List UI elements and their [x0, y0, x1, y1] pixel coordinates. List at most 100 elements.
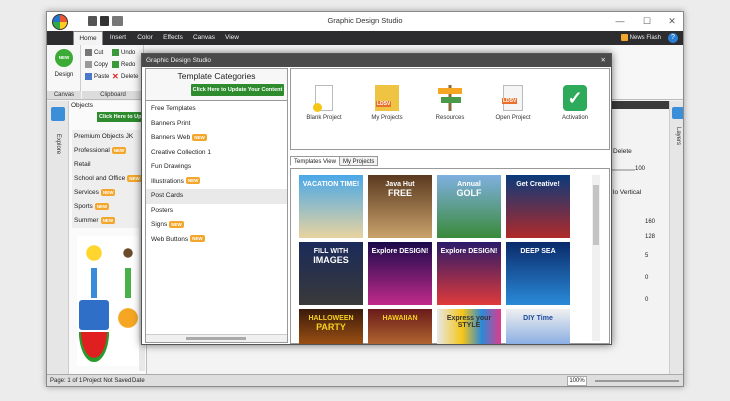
object-category-item[interactable]: Services NEW [72, 186, 146, 200]
template-category-item[interactable]: Fun Drawings [146, 160, 287, 175]
height-value[interactable]: 128 [645, 234, 655, 240]
template-category-item[interactable]: Signs NEW [146, 218, 287, 233]
paste-button[interactable]: Paste [85, 73, 109, 80]
cut-button[interactable]: Cut [85, 49, 103, 56]
tab-canvas[interactable]: Canvas [190, 31, 218, 45]
blank-project-button[interactable]: Blank Project [294, 75, 354, 121]
tab-my-projects[interactable]: My Projects [339, 156, 379, 166]
template-category-item[interactable]: Web Buttons NEW [146, 233, 287, 248]
sign-arrow-bottom [441, 97, 461, 103]
watermelon-icon[interactable] [79, 332, 109, 362]
delete-button[interactable]: ✕ Delete [112, 72, 138, 81]
clipart-grid [77, 236, 145, 366]
sign-arrow-top [438, 88, 462, 94]
template-thumbnail[interactable]: Express your STYLE [437, 309, 501, 344]
my-projects-button[interactable]: LDSV My Projects [357, 75, 417, 121]
undo-icon [112, 49, 119, 56]
template-category-item[interactable]: Banners Print [146, 117, 287, 132]
object-category-item[interactable]: Premium Objects JK [72, 130, 146, 144]
update-content-button[interactable]: Click Here to Update Your Content [191, 84, 284, 96]
object-category-item[interactable]: Professional NEW [72, 144, 146, 158]
size-value[interactable]: 5 [645, 253, 648, 259]
template-subtitle: FREE [387, 188, 412, 198]
tab-view[interactable]: View [221, 31, 243, 45]
template-category-item[interactable]: Post Cards [146, 189, 287, 204]
template-category-item[interactable]: Posters [146, 204, 287, 219]
template-category-item[interactable]: Creative Collection 1 [146, 146, 287, 161]
angle-value[interactable]: 0 [645, 275, 648, 281]
close-button[interactable]: ✕ [665, 15, 679, 27]
layers-side-tab[interactable]: Layers [675, 119, 681, 153]
template-category-item[interactable]: Banners Web NEW [146, 131, 287, 146]
template-categories-header: Template Categories Click Here to Update… [146, 69, 287, 101]
copy-label: Copy [94, 62, 109, 69]
open-project-button[interactable]: LDSV Open Project [483, 75, 543, 121]
object-category-item[interactable]: Retail [72, 158, 146, 172]
help-icon[interactable]: ? [668, 33, 678, 43]
template-thumbnail[interactable]: Explore DESIGN! [437, 242, 501, 305]
new-badge: NEW [100, 216, 116, 224]
tab-insert[interactable]: Insert [105, 31, 131, 45]
template-thumbnail[interactable]: Annual GOLF [437, 175, 501, 238]
news-flash-label: News Flash [629, 35, 662, 41]
template-thumbnail[interactable]: DEEP SEA [506, 242, 570, 305]
template-categories-panel: Template Categories Click Here to Update… [145, 68, 288, 343]
copy-button[interactable]: Copy [85, 61, 108, 68]
skew-value[interactable]: 0 [645, 297, 648, 303]
template-thumbnail[interactable]: Java Hut FREE [368, 175, 432, 238]
template-thumbnail[interactable]: Explore DESIGN! [368, 242, 432, 305]
template-thumbnail[interactable]: Get Creative! [506, 175, 570, 238]
activation-button[interactable]: ✓ Activation [545, 75, 605, 121]
flip-vertical-label[interactable]: lo Vertical [613, 189, 641, 196]
resources-button[interactable]: Resources [420, 75, 480, 121]
template-thumbnail[interactable]: FILL WITH IMAGES [299, 242, 363, 305]
delete-property-label[interactable]: Delete [613, 148, 632, 155]
object-category-label: Professional [74, 147, 110, 154]
objects-title: Objects [71, 102, 94, 109]
design-button-label[interactable]: Design [47, 72, 81, 78]
dialog-close-button[interactable]: ✕ [601, 54, 606, 67]
tab-templates-view[interactable]: Templates View [290, 156, 340, 166]
template-thumbnail[interactable]: DIY Time [506, 309, 570, 344]
template-thumbnail[interactable]: VACATION TIME! [299, 175, 363, 238]
surfboard-icon[interactable] [79, 268, 109, 298]
zoom-value[interactable]: 100% [567, 376, 587, 386]
tab-color[interactable]: Color [133, 31, 157, 45]
template-category-item[interactable]: Illustrations NEW [146, 175, 287, 190]
templates-scrollbar[interactable] [592, 175, 600, 341]
template-thumbnail[interactable]: HAWAIIAN [368, 309, 432, 344]
width-value[interactable]: 160 [645, 219, 655, 225]
my-projects-label: My Projects [371, 115, 403, 121]
template-category-label: Web Buttons [151, 235, 189, 243]
template-title: HAWAIIAN [382, 315, 418, 322]
zoom-slider[interactable] [595, 380, 679, 382]
delete-x-icon: ✕ [112, 72, 119, 81]
maximize-button[interactable]: ☐ [640, 15, 654, 27]
object-category-item[interactable]: Sports NEW [72, 200, 146, 214]
template-dialog: Graphic Design Studio ✕ Template Categor… [141, 53, 612, 345]
signpost-icon [438, 85, 462, 111]
tab-effects[interactable]: Effects [159, 31, 187, 45]
categories-hscrollbar[interactable] [146, 334, 287, 342]
new-design-icon[interactable]: NEW [55, 49, 73, 67]
object-category-item[interactable]: Summer NEW [72, 214, 146, 228]
explore-side-tab[interactable]: Explore [55, 127, 61, 161]
tab-home[interactable]: Home [73, 31, 103, 45]
sun-icon[interactable] [79, 238, 109, 268]
templates-scroll-thumb[interactable] [593, 185, 599, 245]
news-flash-button[interactable]: News Flash [621, 33, 665, 43]
explore-icon[interactable] [51, 107, 65, 121]
object-category-item[interactable]: School and Office NEW [72, 172, 146, 186]
swim-shorts-icon[interactable] [79, 300, 109, 330]
template-category-item[interactable]: Free Templates [146, 102, 287, 117]
object-category-list: Premium Objects JK Professional NEW Retail S… [72, 130, 146, 228]
template-thumbnail[interactable]: HALLOWEEN PARTY [299, 309, 363, 344]
cut-label: Cut [94, 50, 104, 57]
layers-icon[interactable] [672, 107, 683, 119]
minimize-button[interactable]: — [613, 15, 627, 27]
redo-button[interactable]: Redo [112, 61, 135, 68]
categories-scroll-thumb[interactable] [186, 337, 246, 340]
undo-button[interactable]: Undo [112, 49, 135, 56]
redo-label: Redo [121, 62, 136, 69]
objects-update-button[interactable]: Click Here to Up [97, 112, 145, 122]
